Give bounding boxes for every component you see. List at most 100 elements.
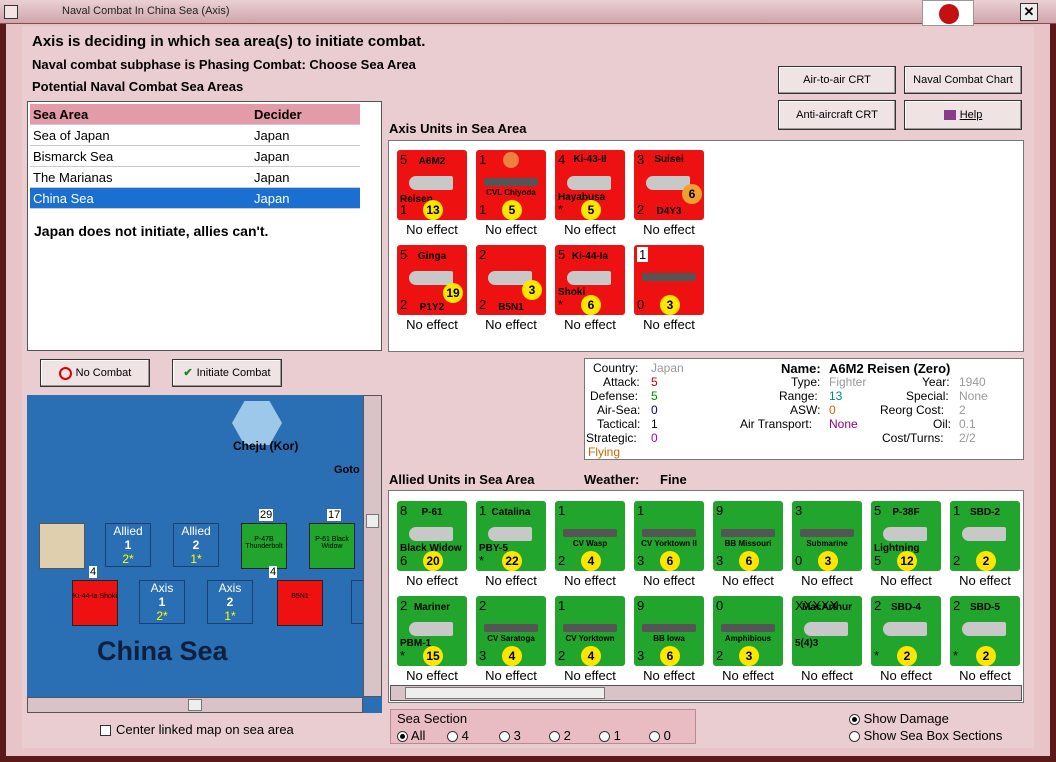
plane-icon	[883, 527, 927, 541]
reorg-value: 2	[959, 403, 966, 417]
attack-label: Attack:	[603, 375, 640, 389]
allied-counter[interactable]: 1 CV Wasp 2 4	[555, 501, 625, 571]
show-damage-option[interactable]: Show Damage	[849, 711, 949, 726]
section-option-all[interactable]: All	[397, 728, 425, 743]
stack-count: 4	[269, 566, 278, 578]
counter-value: 1	[479, 152, 487, 167]
allied-counter[interactable]: 1 CV Yorktown II 3 6	[634, 501, 704, 571]
scrollbar-thumb[interactable]	[188, 699, 202, 711]
section-option-2[interactable]: 2	[549, 728, 571, 743]
help-button[interactable]: Help	[904, 100, 1022, 130]
map-counter-b5n1[interactable]: B5N1	[277, 580, 323, 626]
counter-value: 2	[953, 553, 961, 568]
map-counter-black-widow[interactable]: P-61 Black Widow	[309, 523, 355, 569]
axis-panel-title: Axis Units in Sea Area	[389, 121, 527, 136]
allied-counter[interactable]: 1 SBD-2 2 2	[950, 501, 1020, 571]
axis-counter-6[interactable]: 2 B5N1 2 3	[476, 245, 546, 315]
allied-counter[interactable]: 9 BB Missouri 3 6	[713, 501, 783, 571]
scrollbar-thumb[interactable]	[366, 514, 379, 528]
axis-counter-5[interactable]: 5 Ginga P1Y2 2 19	[397, 245, 467, 315]
allied-horizontal-scrollbar[interactable]	[390, 685, 1022, 701]
allied-counter[interactable]: 1 CV Yorktown 2 4	[555, 596, 625, 666]
close-button[interactable]: ✕	[1020, 3, 1038, 21]
map-horizontal-scrollbar[interactable]	[27, 697, 363, 713]
table-row[interactable]: The Marianas Japan	[30, 167, 360, 188]
axis-box-1[interactable]: Axis 1 2*	[139, 580, 185, 624]
allied-counter[interactable]: 2 CV Saratoga 3 4	[476, 596, 546, 666]
system-menu-icon[interactable]	[4, 5, 18, 19]
ship-icon	[642, 624, 696, 632]
range-badge: 6	[682, 184, 702, 204]
goto-label: Goto	[334, 464, 360, 476]
sea-map[interactable]: Cheju (Kor) Goto Allied 1 2* Allied 2 1* Axi…	[27, 395, 382, 713]
initiate-combat-button[interactable]: ✔ Initiate Combat	[172, 359, 282, 387]
range-badge: 6	[739, 551, 759, 571]
naval-combat-chart-button[interactable]: Naval Combat Chart	[904, 66, 1022, 94]
axis-counter-1[interactable]: 5 A6M2 Reisen 1 13	[397, 150, 467, 220]
asw-label: ASW:	[790, 403, 821, 417]
map-vertical-scrollbar[interactable]	[363, 395, 382, 697]
axis-counter-8[interactable]: 1 03	[634, 245, 704, 315]
cell-decider: Japan	[254, 170, 290, 185]
counter-name: MacArthur	[801, 602, 852, 613]
reorg-label: Reorg Cost:	[880, 403, 945, 417]
axis-counter-2[interactable]: 1 CVL Chiyoda 1 5	[476, 150, 546, 220]
box-sub: 1*	[224, 609, 236, 623]
allied-counter[interactable]: 9 BB Iowa 3 6	[634, 596, 704, 666]
section-option-1[interactable]: 1	[599, 728, 621, 743]
axis-counter-7[interactable]: 5 Ki-44-Ia Shoki * 6	[555, 245, 625, 315]
allied-counter[interactable]: 2 Mariner PBM-1 * 15	[397, 596, 467, 666]
no-combat-button[interactable]: No Combat	[40, 359, 150, 387]
table-row[interactable]: Sea of Japan Japan	[30, 125, 360, 146]
counter-value: 3	[479, 648, 487, 663]
allied-box-1[interactable]: Allied 1 2*	[105, 523, 151, 567]
allied-counter[interactable]: 2 SBD-4 * 2	[871, 596, 941, 666]
box-sub: 2*	[156, 609, 168, 623]
effect-label: No effect	[564, 573, 616, 588]
allied-counter[interactable]: 8 P-61 Black Widow 6 20	[397, 501, 467, 571]
allied-counter[interactable]: 5 P-38F Lightning 5 12	[871, 501, 941, 571]
plane-icon	[567, 271, 611, 285]
special-label: Special:	[906, 389, 949, 403]
section-option-4[interactable]: 4	[447, 728, 469, 743]
anti-aircraft-crt-button[interactable]: Anti-aircraft CRT	[778, 100, 896, 130]
map-counter-thunderbolt[interactable]: P-47B Thunderbolt	[241, 523, 287, 569]
counter-name: Mariner	[413, 602, 451, 613]
counter-sub: D4Y3	[656, 206, 682, 217]
map-counter-shoki[interactable]: Ki-44-Ia Shoki	[72, 580, 118, 626]
plane-icon	[962, 622, 1006, 636]
tactical-label: Tactical:	[597, 417, 641, 431]
section-option-3[interactable]: 3	[499, 728, 521, 743]
table-row[interactable]: Bismarck Sea Japan	[30, 146, 360, 167]
range-badge: 6	[660, 646, 680, 666]
show-sections-option[interactable]: Show Sea Box Sections	[849, 728, 1002, 743]
weather-label: Weather:	[584, 472, 640, 487]
axis-counter-3[interactable]: 4 Ki-43-II Hayabusa * 5	[555, 150, 625, 220]
stack-name: Ki-44-Ia Shoki	[73, 593, 117, 600]
title-bar: Naval Combat In China Sea (Axis) ✕	[0, 0, 1056, 24]
range-badge: 4	[502, 646, 522, 666]
allied-counter[interactable]: 2 SBD-5 * 2	[950, 596, 1020, 666]
allied-counter[interactable]: 1 Catalina PBY-5 * 22	[476, 501, 546, 571]
allied-counter[interactable]: XXXXX MacArthur 5(4)3	[792, 596, 862, 666]
radio-icon	[599, 731, 610, 743]
range-badge: 15	[423, 646, 443, 666]
center-map-option[interactable]: Center linked map on sea area	[100, 722, 294, 737]
allied-counter[interactable]: 3 Submarine 0 3	[792, 501, 862, 571]
allied-box-2[interactable]: Allied 2 1*	[173, 523, 219, 567]
box-num: 2	[192, 538, 200, 552]
scrollbar-thumb[interactable]	[405, 687, 605, 699]
naval-stack-counter[interactable]	[39, 523, 85, 569]
allied-counter[interactable]: 0 Amphibious 2 3	[713, 596, 783, 666]
airsea-label: Air-Sea:	[597, 403, 641, 417]
checkbox[interactable]	[100, 725, 111, 737]
effect-label: No effect	[643, 222, 695, 237]
counter-name: Catalina	[491, 507, 531, 518]
table-row-selected[interactable]: China Sea Japan	[30, 188, 360, 209]
counter-value: *	[874, 648, 880, 663]
stack-name: B5N1	[291, 593, 309, 600]
air-to-air-crt-button[interactable]: Air-to-air CRT	[778, 66, 896, 94]
axis-counter-4[interactable]: 3 Suisei D4Y3 2 6	[634, 150, 704, 220]
axis-box-2[interactable]: Axis 2 1*	[207, 580, 253, 624]
section-option-0[interactable]: 0	[649, 728, 671, 743]
